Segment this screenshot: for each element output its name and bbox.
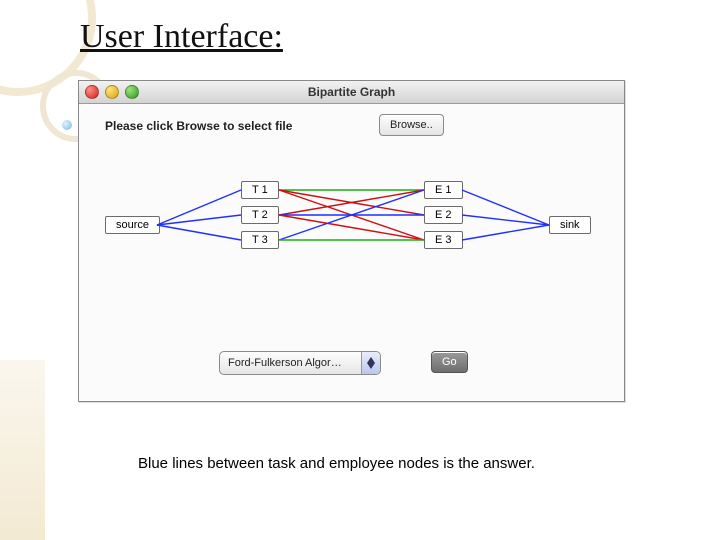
- browse-button[interactable]: Browse..: [379, 114, 444, 136]
- slide-caption: Blue lines between task and employee nod…: [138, 455, 535, 472]
- node-task: T 1: [241, 181, 279, 199]
- app-window: Bipartite Graph Please click Browse to s…: [78, 80, 625, 402]
- node-task: T 3: [241, 231, 279, 249]
- instruction-text: Please click Browse to select file: [105, 119, 292, 133]
- slide-accent: [0, 360, 45, 540]
- algorithm-select-label: Ford-Fulkerson Algor…: [220, 357, 361, 369]
- window-titlebar: Bipartite Graph: [79, 81, 624, 104]
- node-sink: sink: [549, 216, 591, 234]
- window-title: Bipartite Graph: [79, 85, 624, 99]
- slide-title: User Interface:: [80, 18, 283, 56]
- node-employee: E 2: [424, 206, 463, 224]
- node-source: source: [105, 216, 160, 234]
- node-employee: E 1: [424, 181, 463, 199]
- bullet-icon: [62, 120, 72, 130]
- chevron-up-down-icon: [361, 352, 380, 374]
- go-button[interactable]: Go: [431, 351, 468, 373]
- node-task: T 2: [241, 206, 279, 224]
- algorithm-select[interactable]: Ford-Fulkerson Algor…: [219, 351, 381, 375]
- node-employee: E 3: [424, 231, 463, 249]
